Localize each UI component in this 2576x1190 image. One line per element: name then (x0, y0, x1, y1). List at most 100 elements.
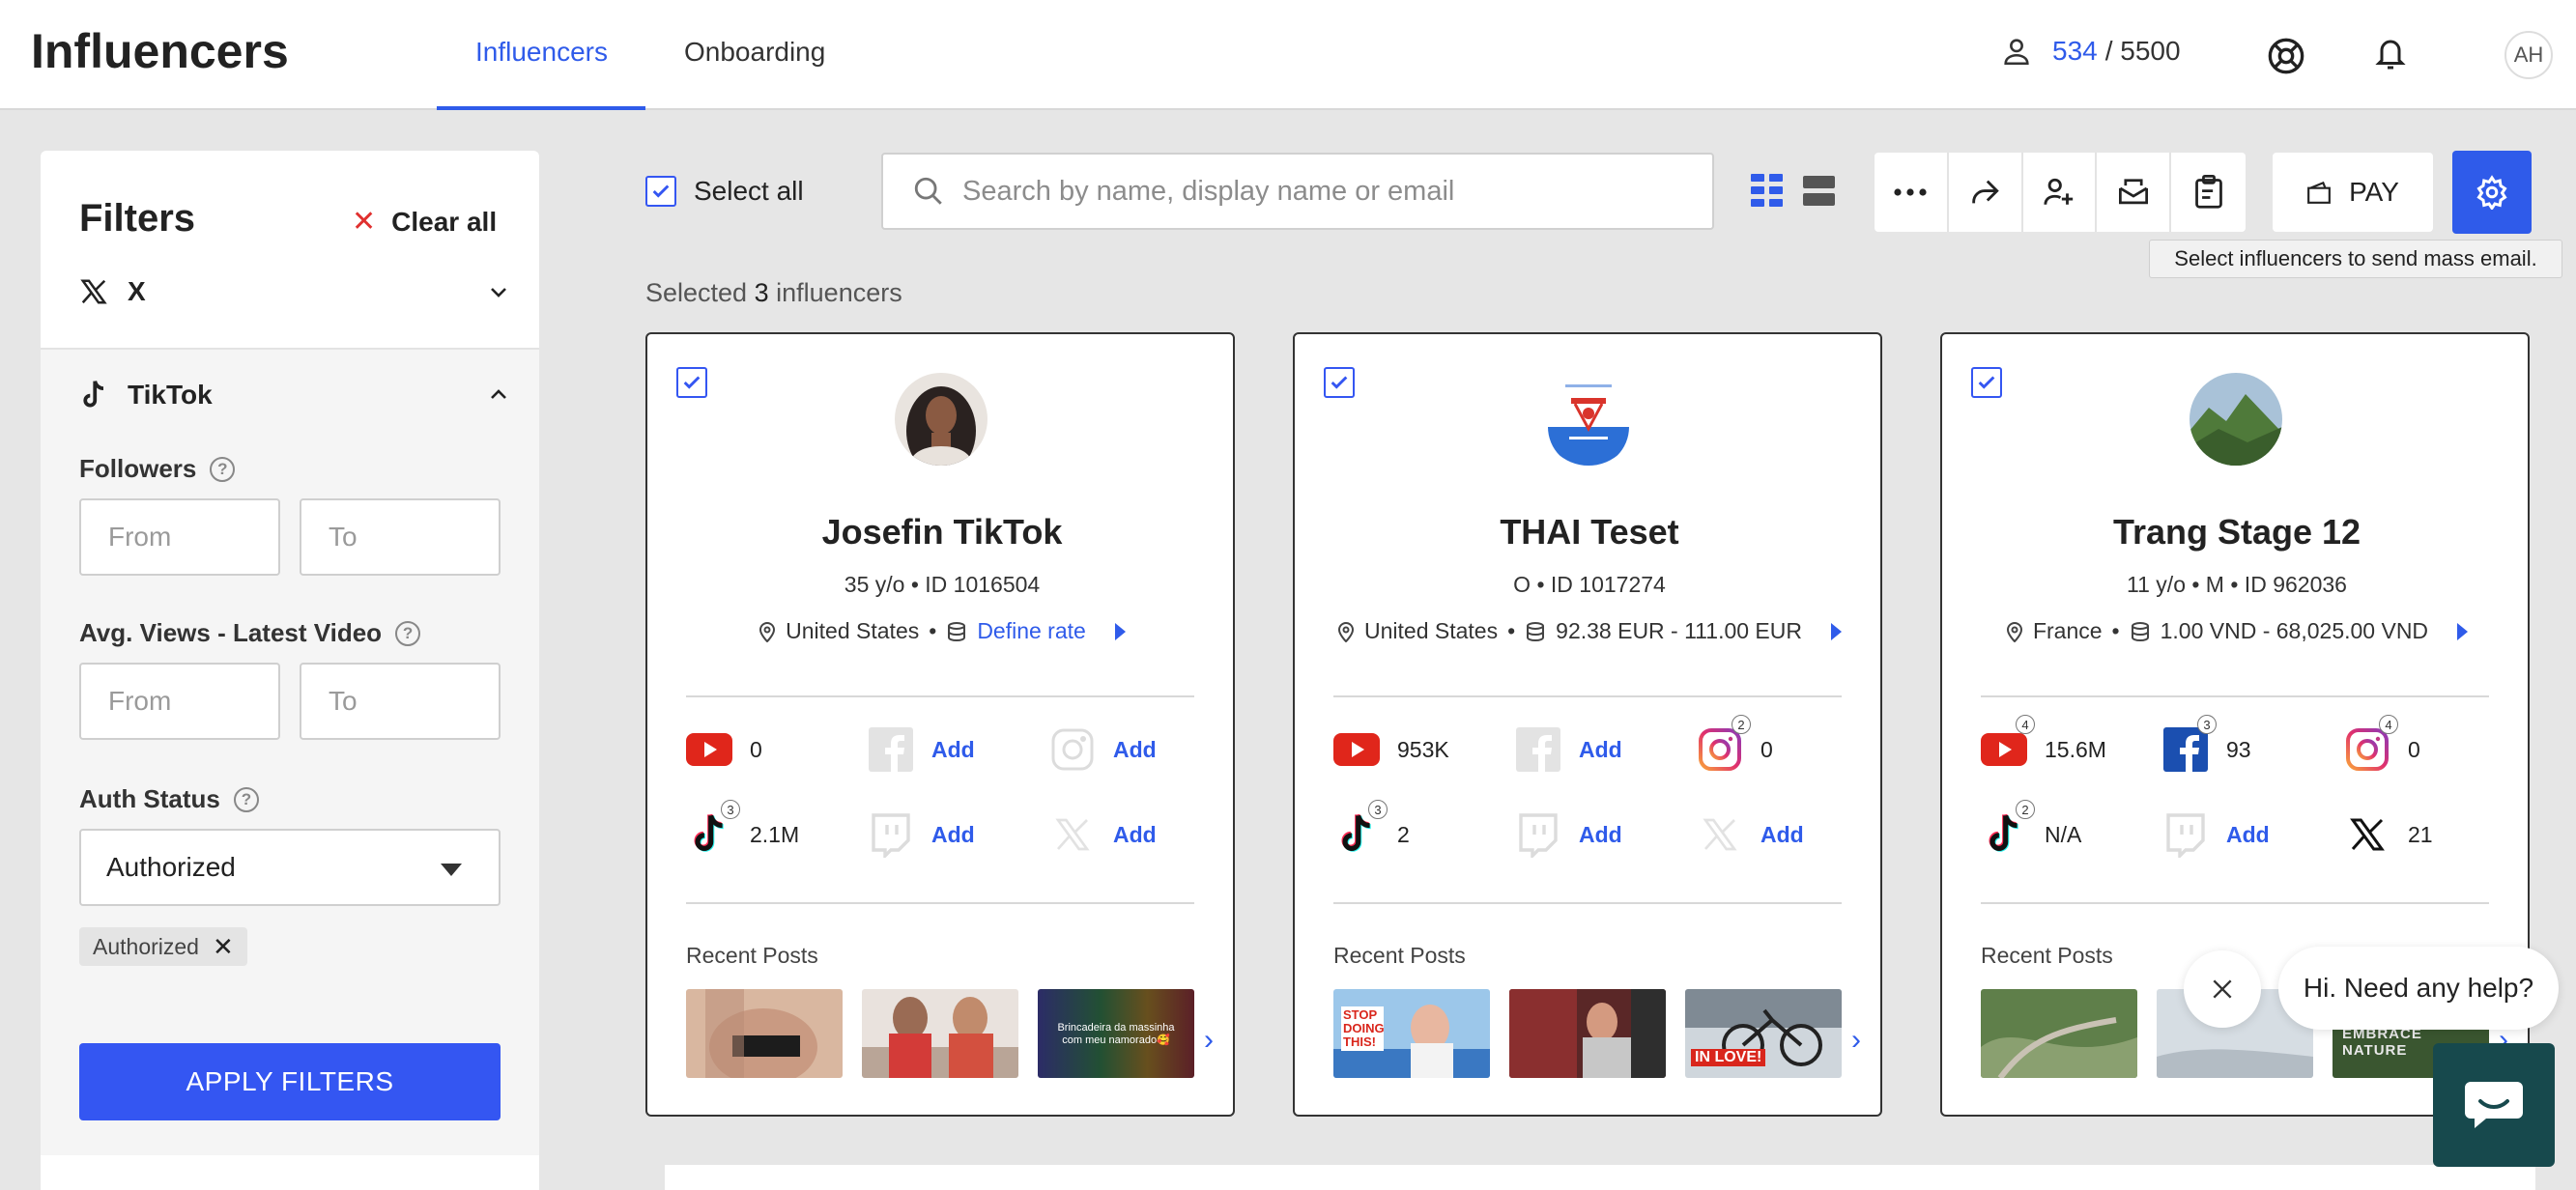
platform-tiktok-header[interactable]: TikTok (79, 379, 510, 411)
add-influencer-button[interactable] (2023, 153, 2098, 232)
help-circle-icon[interactable]: ? (233, 786, 259, 812)
mass-email-button[interactable] (2097, 153, 2172, 232)
remove-chip-icon[interactable]: ✕ (213, 932, 234, 962)
active-tab-indicator (437, 106, 645, 110)
settings-button[interactable] (2452, 151, 2532, 234)
close-icon: ✕ (352, 206, 377, 238)
facebook-icon (868, 726, 914, 773)
recent-post-thumbnail[interactable] (1509, 989, 1666, 1078)
add-twitch-link[interactable]: Add (931, 822, 975, 848)
support-lifebuoy-icon[interactable] (2267, 37, 2305, 75)
divider (1333, 695, 1842, 697)
stat-youtube: 953K (1333, 726, 1449, 773)
help-circle-icon[interactable]: ? (395, 620, 421, 646)
influencer-meta: 35 y/o • ID 1016504 (844, 572, 1041, 597)
add-twitch-link[interactable]: Add (2226, 822, 2270, 848)
apply-filters-button[interactable]: APPLY FILTERS (79, 1043, 501, 1120)
twitch-icon (2162, 811, 2209, 858)
recent-post-thumbnail[interactable]: STOP DOING THIS! (1333, 989, 1490, 1078)
stat-twitch: Add (2162, 811, 2270, 858)
recent-post-thumbnail[interactable] (862, 989, 1018, 1078)
card-select-checkbox[interactable] (1324, 367, 1355, 398)
card-select-checkbox[interactable] (1971, 367, 2002, 398)
recent-post-thumbnail[interactable]: IN LOVE! (1685, 989, 1842, 1078)
clipboard-button[interactable] (2171, 153, 2246, 232)
chat-launcher-button[interactable] (2433, 1043, 2555, 1167)
notification-bell-icon[interactable] (2373, 33, 2408, 73)
x-logo-icon (80, 279, 107, 304)
chevron-right-icon[interactable]: › (1851, 1024, 1861, 1057)
chat-bubble-icon (2465, 1082, 2523, 1128)
recent-post-thumbnail[interactable]: Brincadeira da massinha com meu namorado… (1038, 989, 1194, 1078)
add-instagram-link[interactable]: Add (1113, 737, 1157, 763)
pay-label: PAY (2349, 177, 2399, 207)
search-input[interactable] (962, 175, 1697, 208)
avg-views-from-input[interactable] (79, 663, 280, 740)
x-logo-icon (1697, 811, 1743, 858)
help-close-button[interactable] (2184, 950, 2261, 1028)
divider (686, 695, 1194, 697)
user-plus-icon (2044, 178, 2074, 205)
tab-onboarding[interactable]: Onboarding (684, 37, 825, 68)
recent-post-thumbnail[interactable] (686, 989, 843, 1078)
checkmark-icon (1331, 376, 1348, 389)
facebook-count: 93 (2226, 736, 2251, 762)
followers-from-input[interactable] (79, 498, 280, 576)
expand-arrow-icon[interactable] (2457, 622, 2469, 640)
followers-label: Followers ? (79, 454, 236, 484)
define-rate-link[interactable]: Define rate (977, 618, 1086, 644)
more-horizontal-icon (1894, 188, 1927, 196)
add-x-link[interactable]: Add (1113, 822, 1157, 848)
recent-posts-label: Recent Posts (686, 943, 818, 968)
user-avatar[interactable]: AH (2504, 31, 2553, 79)
platform-x-header[interactable]: X (79, 276, 510, 307)
list-view-icon[interactable] (1803, 174, 1836, 209)
location-pin-icon (759, 621, 776, 642)
search-icon (914, 177, 942, 205)
add-facebook-link[interactable]: Add (1579, 737, 1622, 763)
tiktok-logo-icon (83, 381, 104, 408)
auth-status-select[interactable]: Authorized (79, 829, 501, 906)
influencer-name: Josefin TikTok (821, 512, 1063, 552)
instagram-count: 0 (1760, 736, 1773, 762)
more-actions-button[interactable] (1875, 153, 1949, 232)
separator-dot: • (2111, 618, 2120, 643)
add-facebook-link[interactable]: Add (931, 737, 975, 763)
add-twitch-link[interactable]: Add (1579, 822, 1622, 848)
twitch-icon (1515, 811, 1561, 858)
grid-view-icon[interactable] (1751, 174, 1784, 209)
card-select-checkbox[interactable] (676, 367, 707, 398)
avg-views-to-input[interactable] (300, 663, 501, 740)
youtube-account-badge: 4 (2016, 715, 2035, 734)
recent-post-thumbnail[interactable] (1981, 989, 2137, 1078)
user-icon (2004, 39, 2029, 66)
wallet-icon (2307, 181, 2331, 204)
expand-arrow-icon[interactable] (1831, 622, 1842, 640)
share-button[interactable] (1949, 153, 2023, 232)
quota-used: 534 (2052, 36, 2098, 66)
expand-arrow-icon[interactable] (1114, 622, 1126, 640)
pay-button[interactable]: PAY (2273, 153, 2433, 232)
youtube-icon (686, 726, 732, 773)
select-all-control[interactable]: Select all (645, 176, 804, 207)
chevron-right-icon[interactable]: › (1204, 1024, 1214, 1057)
influencer-location-rate: France • 1.00 VND - 68,025.00 VND (1942, 618, 2532, 644)
app-title: Influencers (31, 24, 289, 78)
influencer-card[interactable]: Josefin TikTok 35 y/o • ID 1016504 Unite… (645, 332, 1235, 1117)
select-all-checkbox[interactable] (645, 176, 676, 207)
chevron-up-icon (491, 389, 506, 399)
help-message-bubble[interactable]: Hi. Need any help? (2278, 947, 2559, 1030)
add-x-link[interactable]: Add (1760, 822, 1804, 848)
select-all-label: Select all (694, 176, 804, 206)
instagram-icon (1049, 726, 1096, 773)
youtube-count: 0 (750, 736, 762, 762)
divider (1981, 695, 2489, 697)
top-bar: Influencers Influencers Onboarding 534 /… (0, 0, 2576, 110)
checkmark-icon (652, 184, 670, 198)
followers-to-input[interactable] (300, 498, 501, 576)
tab-influencers[interactable]: Influencers (475, 37, 608, 68)
clear-all-button[interactable]: ✕ Clear all (352, 205, 497, 239)
help-circle-icon[interactable]: ? (210, 456, 236, 482)
influencer-card[interactable]: THAI Teset O • ID 1017274 United States … (1293, 332, 1882, 1117)
tiktok-count: 2.1M (750, 821, 800, 847)
